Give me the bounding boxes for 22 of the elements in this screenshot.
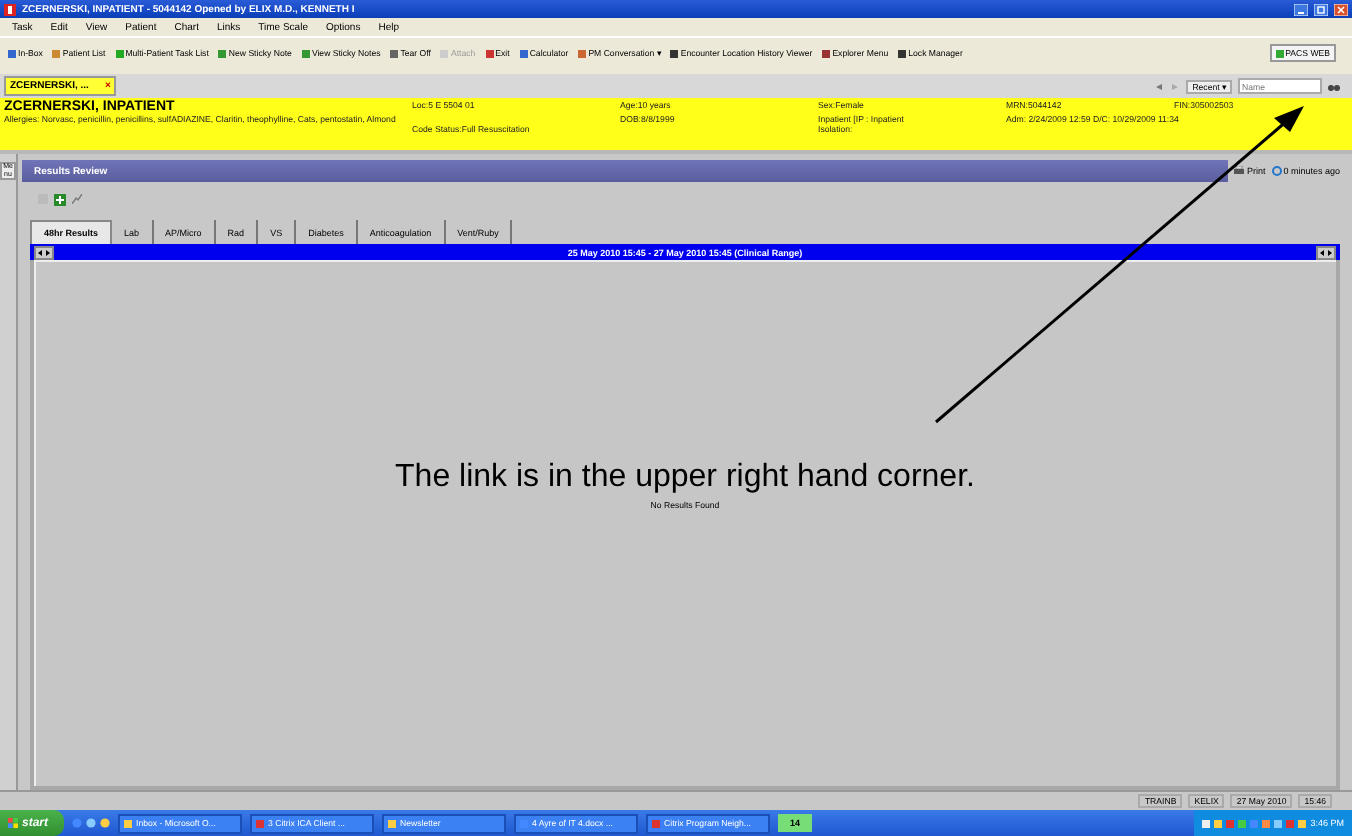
binoculars-icon[interactable] <box>1328 81 1340 91</box>
window-icon <box>520 819 529 827</box>
window-icon <box>256 819 265 827</box>
left-arrow-icon[interactable] <box>36 247 44 257</box>
forward-arrow-icon[interactable] <box>1170 81 1181 91</box>
minimize-icon[interactable] <box>1294 3 1308 15</box>
left-arrow-icon[interactable] <box>1318 247 1326 257</box>
annotation-text: The link is in the upper right hand corner. <box>395 460 975 496</box>
windows-logo-icon <box>8 818 18 828</box>
right-arrow-icon[interactable] <box>44 247 52 257</box>
add-icon[interactable] <box>54 193 66 205</box>
printer-icon <box>1234 166 1245 176</box>
window-icon <box>124 819 133 827</box>
close-icon[interactable] <box>1334 3 1348 15</box>
right-arrow-icon[interactable] <box>1326 247 1334 257</box>
refresh-icon <box>1271 166 1282 176</box>
window-icon <box>652 819 661 827</box>
maximize-icon[interactable] <box>1314 3 1328 15</box>
chart-icon[interactable] <box>72 194 82 204</box>
window-icon <box>388 819 397 827</box>
app-icon <box>4 3 16 15</box>
back-arrow-icon[interactable] <box>1154 81 1165 91</box>
